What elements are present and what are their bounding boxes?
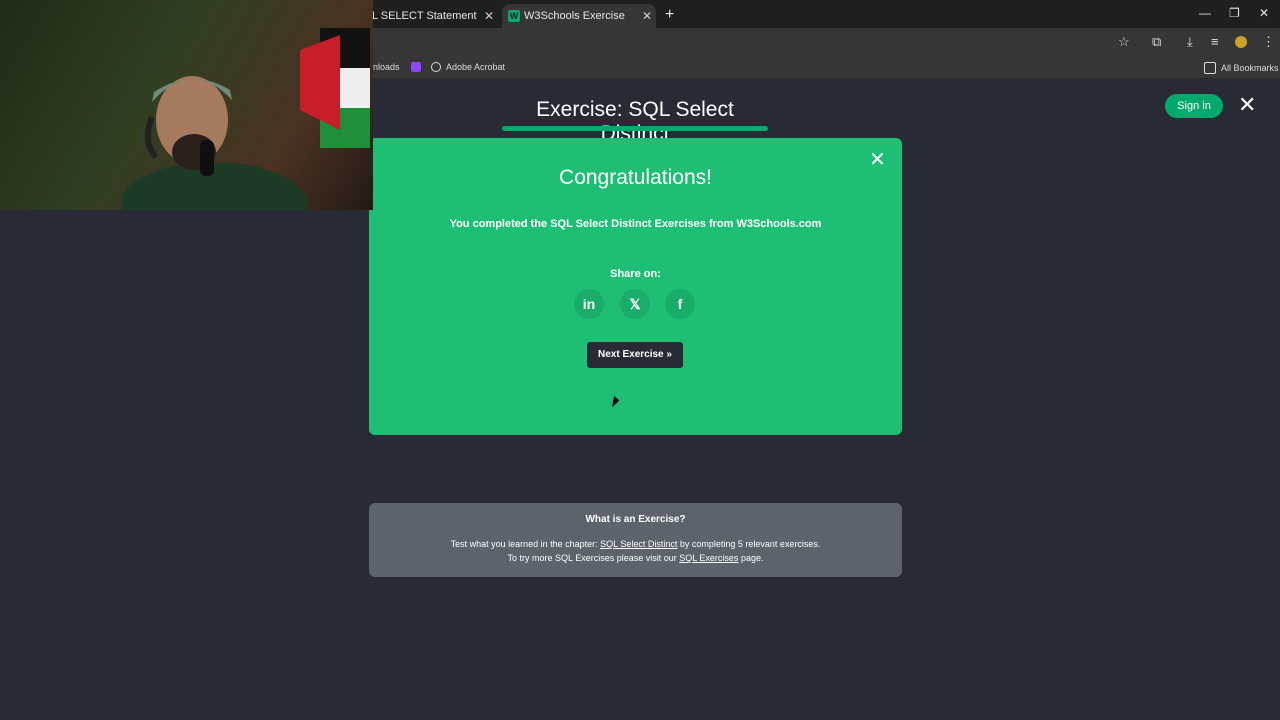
tab-w3schools-exercise[interactable]: W W3Schools Exercise ✕ xyxy=(502,4,656,28)
close-icon[interactable]: ✕ xyxy=(1238,94,1256,116)
all-bookmarks-label: All Bookmarks xyxy=(1221,63,1279,73)
info-title: What is an Exercise? xyxy=(585,514,686,525)
twitch-icon xyxy=(411,62,421,72)
window-close-icon[interactable]: ✕ xyxy=(1259,6,1269,20)
w3schools-favicon-icon: W xyxy=(508,10,520,22)
folder-icon xyxy=(1204,62,1216,74)
share-label: Share on: xyxy=(610,268,661,280)
restore-icon[interactable]: ❐ xyxy=(1229,6,1240,20)
info-text: Test what you learned in the chapter: xyxy=(450,539,601,549)
next-exercise-button[interactable]: Next Exercise » xyxy=(587,342,683,368)
info-line-1: Test what you learned in the chapter: SQ… xyxy=(369,539,902,549)
sql-exercises-link[interactable]: SQL Exercises xyxy=(679,553,738,563)
tab-title: W3Schools Exercise xyxy=(524,10,625,22)
media-control-icon[interactable]: ≡ xyxy=(1211,34,1219,49)
bookmark-label: Adobe Acrobat xyxy=(446,62,506,72)
title-underline xyxy=(502,126,768,131)
modal-heading: Congratulations! xyxy=(559,166,712,189)
close-tab-icon[interactable]: ✕ xyxy=(642,9,652,23)
menu-icon[interactable]: ⋮ xyxy=(1262,34,1275,50)
facebook-share-icon[interactable]: f xyxy=(665,289,695,319)
bookmark-star-icon[interactable]: ☆ xyxy=(1118,34,1130,50)
sign-in-button[interactable]: Sign in xyxy=(1165,94,1223,118)
streamer-image xyxy=(122,76,307,210)
bookmark-adobe-acrobat[interactable]: Adobe Acrobat xyxy=(431,62,505,72)
x-share-icon[interactable]: 𝕏 xyxy=(620,289,650,319)
download-icon[interactable]: ⤓ xyxy=(1187,34,1193,50)
linkedin-share-icon[interactable]: in xyxy=(574,289,604,319)
close-tab-icon[interactable]: ✕ xyxy=(484,9,494,23)
globe-icon xyxy=(431,62,441,72)
bookmark-downloads[interactable]: nloads xyxy=(373,62,400,72)
info-text: To try more SQL Exercises please visit o… xyxy=(507,553,680,563)
exercise-info-box: What is an Exercise? Test what you learn… xyxy=(369,503,902,577)
new-tab-button[interactable]: + xyxy=(665,6,674,24)
tab-title: L SELECT Statement xyxy=(372,10,477,22)
mouse-cursor-icon xyxy=(612,395,620,409)
flag-image xyxy=(300,28,370,148)
minimize-icon[interactable]: — xyxy=(1199,6,1211,20)
bookmark-label: nloads xyxy=(373,62,400,72)
chapter-link[interactable]: SQL Select Distinct xyxy=(600,539,677,549)
profile-avatar-icon[interactable] xyxy=(1235,36,1247,48)
congratulations-modal: ✕ Congratulations! You completed the SQL… xyxy=(369,138,902,435)
all-bookmarks[interactable]: All Bookmarks xyxy=(1204,62,1279,74)
completion-message: You completed the SQL Select Distinct Ex… xyxy=(449,218,822,230)
info-line-2: To try more SQL Exercises please visit o… xyxy=(369,553,902,563)
webcam-overlay xyxy=(0,0,373,210)
info-text: by completing 5 relevant exercises. xyxy=(677,539,821,549)
extensions-icon[interactable]: ⧉ xyxy=(1152,34,1161,50)
info-text: page. xyxy=(738,553,764,563)
tab-sql-select-statement[interactable]: L SELECT Statement ✕ xyxy=(372,4,498,28)
bookmark-twitch[interactable] xyxy=(411,62,426,72)
